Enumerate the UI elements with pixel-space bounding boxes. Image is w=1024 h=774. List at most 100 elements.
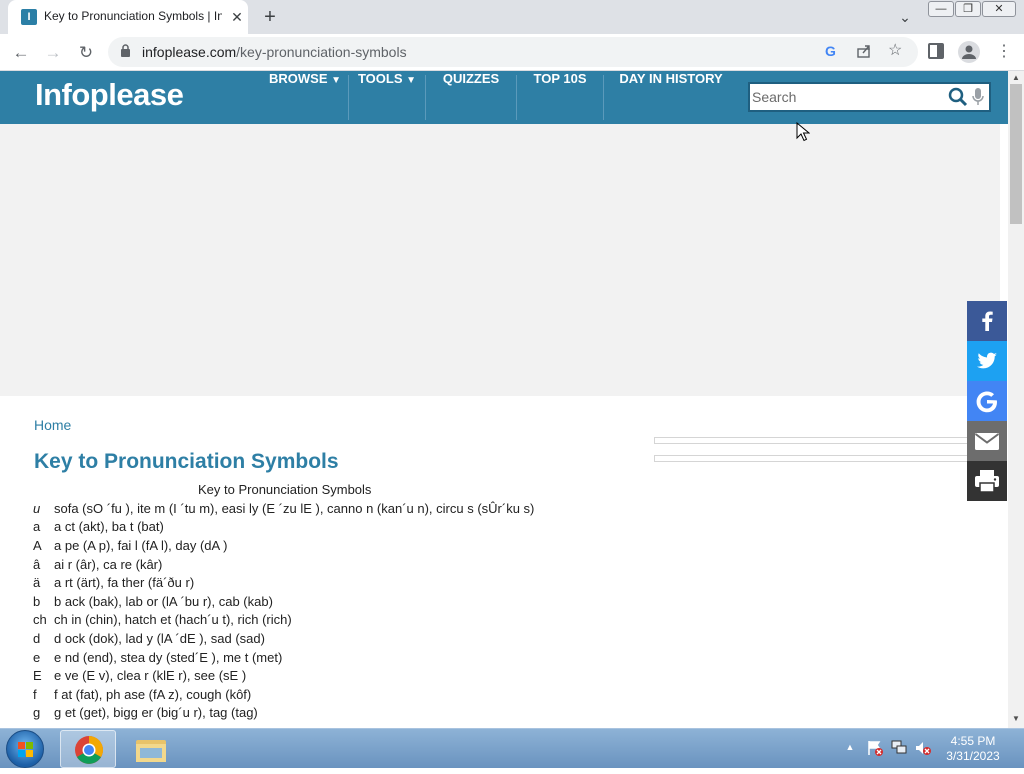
url-text[interactable]: infoplease.com/key-pronunciation-symbols	[142, 44, 407, 60]
pronunciation-symbol: g	[33, 705, 41, 721]
share-email-button[interactable]	[967, 421, 1007, 461]
scrollbar-thumb[interactable]	[1010, 84, 1022, 224]
facebook-icon	[982, 311, 993, 331]
page-title: Key to Pronunciation Symbols	[34, 450, 339, 473]
profile-avatar-icon[interactable]	[958, 41, 980, 63]
pronunciation-examples: e ve (E v), clea r (klE r), see (sE )	[54, 668, 247, 684]
pronunciation-symbol: u	[33, 500, 41, 516]
google-icon	[976, 391, 997, 413]
chevron-down-icon: ▼	[331, 75, 342, 86]
print-button[interactable]	[967, 461, 1007, 501]
pronunciation-examples: a ct (akt), ba t (bat)	[54, 519, 164, 535]
nav-day-in-history[interactable]: DAY IN HISTORY	[604, 71, 738, 124]
nav-quizzes[interactable]: QUIZZES	[426, 71, 516, 124]
site-favicon-icon: I	[21, 9, 37, 25]
pronunciation-symbol: â	[33, 556, 41, 572]
table-caption: Key to Pronunciation Symbols	[198, 482, 372, 497]
bookmark-star-icon[interactable]: ☆	[888, 42, 906, 60]
twitter-icon	[977, 352, 997, 369]
sidebar-placeholder-box	[654, 437, 968, 444]
browser-tab-strip: I Key to Pronunciation Symbols | Infople…	[0, 0, 1024, 34]
pronunciation-examples: e nd (end), stea dy (sted´E ), me t (met…	[54, 649, 283, 665]
back-arrow-icon[interactable]: ←	[10, 42, 32, 64]
pronunciation-symbol: A	[33, 537, 42, 553]
browser-tab[interactable]: I Key to Pronunciation Symbols | Infople…	[8, 0, 248, 34]
pronunciation-examples: g et (get), bigg er (big´u r), tag (tag)	[54, 705, 258, 721]
microphone-icon[interactable]	[971, 87, 985, 107]
site-search-box[interactable]	[748, 82, 991, 112]
pronunciation-examples: a rt (ärt), fa ther (fä´ðu r)	[54, 575, 195, 591]
new-tab-icon[interactable]: +	[258, 5, 282, 29]
table-row: g g et (get), bigg er (big´u r), tag (tag…	[33, 704, 534, 723]
table-row: Ee ve (E v), clea r (klE r), see (sE )	[33, 666, 534, 685]
network-icon[interactable]	[890, 739, 908, 757]
pronunciation-symbol: e	[33, 649, 41, 665]
browser-toolbar: ← → ↻ infoplease.com/key-pronunciation-s…	[0, 34, 1024, 71]
nav-browse[interactable]: BROWSE ▼	[262, 71, 348, 124]
volume-muted-icon[interactable]	[914, 739, 932, 757]
browser-menu-icon[interactable]: ⋮	[996, 41, 1012, 63]
url-path: /key-pronunciation-symbols	[236, 44, 407, 60]
google-lens-icon[interactable]: G	[824, 43, 842, 61]
table-row: ch ch in (chin), hatch et (hach´u t), ric…	[33, 611, 534, 630]
sidebar-placeholder-box	[654, 455, 968, 462]
table-row: ä a rt (ärt), fa ther (fä´ðu r)	[33, 573, 534, 592]
share-twitter-button[interactable]	[967, 341, 1007, 381]
scroll-up-arrow-icon[interactable]: ▲	[1011, 73, 1021, 83]
address-bar[interactable]: infoplease.com/key-pronunciation-symbols…	[108, 37, 918, 67]
svg-text:G: G	[825, 43, 836, 59]
table-row: Aa pe (A p), fai l (fA l), day (dA )	[33, 536, 534, 555]
start-windows-icon[interactable]	[6, 730, 44, 768]
pronunciation-symbol: b	[33, 593, 41, 609]
minimize-window-icon[interactable]: —	[928, 1, 954, 17]
share-facebook-button[interactable]	[967, 301, 1007, 341]
pronunciation-examples: ai r (âr), ca re (kâr)	[54, 556, 163, 572]
nav-tools[interactable]: TOOLS ▼	[349, 71, 425, 124]
lock-icon[interactable]	[120, 44, 132, 58]
tab-title: Key to Pronunciation Symbols | Infopleas…	[44, 9, 222, 23]
pronunciation-examples: sofa (sO ´fu ), ite m (I ´tu m), easi ly…	[54, 500, 535, 516]
restore-window-icon[interactable]: ❐	[955, 1, 981, 17]
chrome-icon	[75, 736, 103, 764]
mouse-cursor-icon	[796, 121, 811, 142]
table-row: e e nd (end), stea dy (sted´E ), me t (me…	[33, 648, 534, 667]
pronunciation-examples: d ock (dok), lad y (lA ´dE ), sad (sad)	[54, 630, 265, 646]
pronunciation-symbol: a	[33, 519, 41, 535]
system-clock[interactable]: 4:55 PM 3/31/2023	[938, 734, 1008, 764]
infoplease-logo[interactable]: Infoplease	[35, 77, 184, 113]
pronunciation-examples: ch in (chin), hatch et (hach´u t), rich …	[54, 612, 292, 628]
table-row: d d ock (dok), lad y (lA ´dE ), sad (sad)	[33, 629, 534, 648]
forward-arrow-icon[interactable]: →	[42, 42, 64, 64]
ad-placeholder	[0, 124, 1000, 396]
share-page-icon[interactable]	[856, 43, 874, 61]
nav-browse-label: BROWSE	[268, 71, 328, 86]
pronunciation-key-table: u sofa (sO ´fu ), ite m (I ´tu m), easi l…	[33, 499, 534, 722]
page-scrollbar[interactable]: ▲ ▼	[1008, 71, 1024, 728]
pronunciation-symbol: d	[33, 630, 41, 646]
taskbar-explorer-button[interactable]	[124, 730, 180, 768]
scroll-down-arrow-icon[interactable]: ▼	[1011, 714, 1021, 724]
pronunciation-examples: a pe (A p), fai l (fA l), day (dA )	[54, 537, 228, 553]
nav-top-10s[interactable]: TOP 10S	[517, 71, 603, 124]
table-row: u sofa (sO ´fu ), ite m (I ´tu m), easi l…	[33, 499, 534, 518]
close-window-icon[interactable]: ✕	[982, 1, 1016, 17]
show-hidden-icons-icon[interactable]: ▲	[844, 742, 856, 754]
action-center-flag-icon[interactable]	[866, 739, 884, 757]
windows-taskbar: ▲ 4:55 PM 3/31/2023	[0, 728, 1024, 768]
site-search-input[interactable]	[752, 87, 942, 107]
taskbar-chrome-button[interactable]	[60, 730, 116, 768]
side-panel-icon[interactable]	[928, 43, 944, 59]
pronunciation-symbol: E	[33, 668, 42, 684]
search-icon[interactable]	[948, 86, 968, 108]
breadcrumb-home-link[interactable]: Home	[34, 417, 71, 433]
pronunciation-symbol: ä	[33, 575, 41, 591]
tab-close-icon[interactable]: ✕	[230, 9, 244, 25]
table-row: a a ct (akt), ba t (bat)	[33, 518, 534, 537]
reload-icon[interactable]: ↻	[75, 42, 97, 64]
share-google-button[interactable]	[967, 381, 1007, 421]
tab-search-chevron-icon[interactable]: ⌄	[896, 8, 914, 26]
url-host: infoplease.com	[142, 44, 237, 60]
table-row: f f at (fat), ph ase (fA z), cough (kôf)	[33, 685, 534, 704]
email-icon	[974, 433, 1000, 450]
pronunciation-examples: f at (fat), ph ase (fA z), cough (kôf)	[54, 686, 252, 702]
